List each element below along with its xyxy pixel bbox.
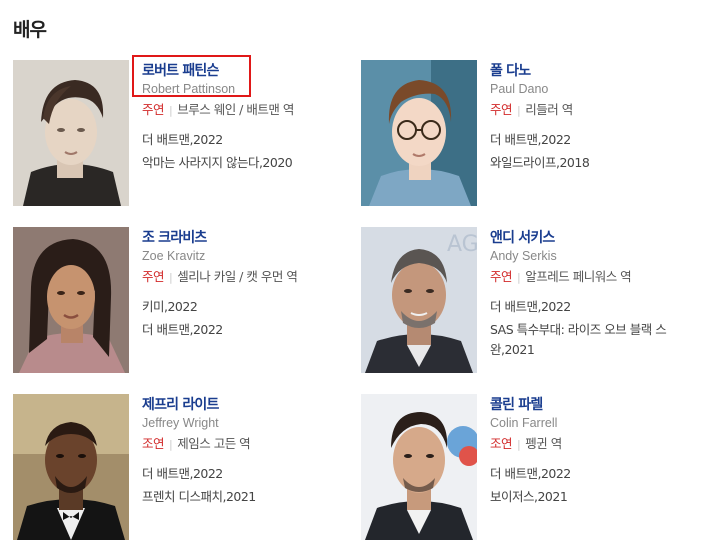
divider: | — [517, 438, 521, 451]
portrait-image — [13, 227, 129, 373]
actor-card-paul-dano: 폴 다노 Paul Dano 주연 | 리들러 역 더 배트맨,2022 와일드라이… — [361, 60, 701, 208]
actor-english-name: Robert Pattinson — [142, 82, 236, 96]
actor-name-link[interactable]: 앤디 서키스 — [490, 229, 555, 247]
filmography-list: 더 배트맨,2022 프렌치 디스패치,2021 — [142, 464, 357, 507]
role-type-badge: 주연 — [490, 269, 513, 284]
filmography-item[interactable]: 더 배트맨,2022 — [490, 297, 705, 317]
actor-name-link[interactable]: 폴 다노 — [490, 62, 531, 80]
actor-photo[interactable] — [13, 394, 129, 540]
portrait-image — [13, 60, 129, 206]
divider: | — [517, 104, 521, 117]
filmography-item[interactable]: 와일드라이프,2018 — [490, 153, 705, 173]
filmography-item[interactable]: 더 배트맨,2022 — [142, 464, 357, 484]
portrait-image — [361, 60, 477, 206]
filmography-list: 더 배트맨,2022 SAS 특수부대: 라이즈 오브 블랙 스완,2021 — [490, 297, 705, 360]
filmography-list: 키미,2022 더 배트맨,2022 — [142, 297, 357, 340]
actor-english-name: Jeffrey Wright — [142, 416, 219, 430]
role-line: 주연 | 셀리나 카일 / 캣 우먼 역 — [142, 267, 357, 287]
actor-card-andy-serkis: AG 앤디 서키스 Andy Serkis 주연 | 알프레드 페니워스 역 더 배… — [361, 227, 701, 375]
role-type-badge: 주연 — [142, 269, 165, 284]
divider: | — [169, 438, 173, 451]
role-line: 조연 | 제임스 고든 역 — [142, 434, 357, 454]
role-type-badge: 주연 — [490, 102, 513, 117]
role-line: 주연 | 브루스 웨인 / 배트맨 역 — [142, 100, 357, 120]
role-name: 제임스 고든 역 — [177, 436, 251, 451]
actor-english-name: Paul Dano — [490, 82, 549, 96]
actor-photo[interactable]: AG — [361, 227, 477, 373]
role-type-badge: 조연 — [490, 436, 513, 451]
role-type-badge: 조연 — [142, 436, 165, 451]
divider: | — [169, 104, 173, 117]
divider: | — [169, 271, 173, 284]
role-name: 알프레드 페니워스 역 — [525, 269, 632, 284]
actor-name-link[interactable]: 로버트 패틴슨 — [142, 62, 219, 80]
actor-english-name: Andy Serkis — [490, 249, 557, 263]
filmography-item[interactable]: 더 배트맨,2022 — [142, 130, 357, 150]
filmography-item[interactable]: 더 배트맨,2022 — [142, 320, 357, 340]
actor-card-colin-farrell: 콜린 파렐 Colin Farrell 조연 | 펭귄 역 더 배트맨,2022 보… — [361, 394, 701, 542]
section-title: 배우 — [13, 19, 47, 41]
filmography-list: 더 배트맨,2022 와일드라이프,2018 — [490, 130, 705, 173]
actor-english-name: Colin Farrell — [490, 416, 558, 430]
actor-photo[interactable] — [361, 394, 477, 540]
portrait-image — [361, 394, 477, 540]
role-name: 셀리나 카일 / 캣 우먼 역 — [177, 269, 298, 284]
actor-name-link[interactable]: 조 크라비츠 — [142, 229, 207, 247]
filmography-list: 더 배트맨,2022 보이저스,2021 — [490, 464, 705, 507]
filmography-item[interactable]: 악마는 사라지지 않는다,2020 — [142, 153, 357, 173]
filmography-item[interactable]: 키미,2022 — [142, 297, 357, 317]
filmography-item[interactable]: 프렌치 디스패치,2021 — [142, 487, 357, 507]
portrait-image — [13, 394, 129, 540]
portrait-image: AG — [361, 227, 477, 373]
divider: | — [517, 271, 521, 284]
actor-name-link[interactable]: 제프리 라이트 — [142, 396, 219, 414]
actor-photo[interactable] — [13, 227, 129, 373]
actor-card-zoe-kravitz: 조 크라비츠 Zoe Kravitz 주연 | 셀리나 카일 / 캣 우먼 역 키미… — [13, 227, 353, 375]
actor-photo[interactable] — [361, 60, 477, 206]
role-type-badge: 주연 — [142, 102, 165, 117]
svg-text:AG: AG — [447, 232, 477, 257]
filmography-item[interactable]: 보이저스,2021 — [490, 487, 705, 507]
actor-card-jeffrey-wright: 제프리 라이트 Jeffrey Wright 조연 | 제임스 고든 역 더 배트맨… — [13, 394, 353, 542]
role-name: 브루스 웨인 / 배트맨 역 — [177, 102, 294, 117]
role-line: 주연 | 리들러 역 — [490, 100, 705, 120]
filmography-item[interactable]: 더 배트맨,2022 — [490, 130, 705, 150]
actor-english-name: Zoe Kravitz — [142, 249, 206, 263]
actor-card-robert-pattinson: 로버트 패틴슨 Robert Pattinson 주연 | 브루스 웨인 / 배트맨… — [13, 60, 353, 208]
filmography-item[interactable]: 더 배트맨,2022 — [490, 464, 705, 484]
role-name: 펭귄 역 — [525, 436, 562, 451]
role-name: 리들러 역 — [525, 102, 573, 117]
actor-photo[interactable] — [13, 60, 129, 206]
role-line: 주연 | 알프레드 페니워스 역 — [490, 267, 705, 287]
actor-name-link[interactable]: 콜린 파렐 — [490, 396, 543, 414]
filmography-item[interactable]: SAS 특수부대: 라이즈 오브 블랙 스완,2021 — [490, 320, 705, 360]
role-line: 조연 | 펭귄 역 — [490, 434, 705, 454]
filmography-list: 더 배트맨,2022 악마는 사라지지 않는다,2020 — [142, 130, 357, 173]
